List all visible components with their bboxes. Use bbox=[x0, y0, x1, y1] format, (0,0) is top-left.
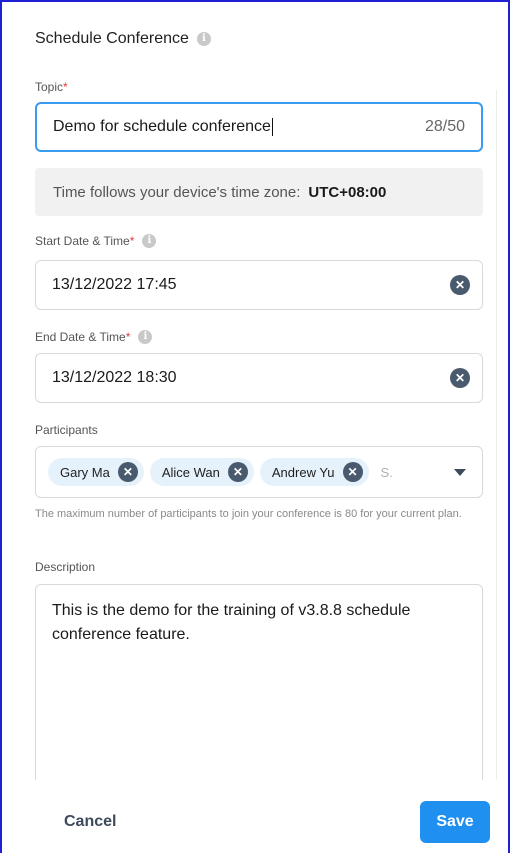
participant-name: Alice Wan bbox=[161, 464, 220, 480]
description-label: Description bbox=[35, 560, 95, 574]
start-label: Start Date & Time * i bbox=[35, 234, 157, 248]
remove-chip-icon[interactable]: ✕ bbox=[227, 462, 248, 482]
chevron-down-icon[interactable] bbox=[454, 468, 466, 476]
clear-icon[interactable]: ✕ bbox=[450, 275, 470, 295]
topic-input[interactable]: Demo for schedule conference 28/50 bbox=[35, 102, 483, 152]
end-label: End Date & Time * i bbox=[35, 330, 153, 344]
topic-char-counter: 28/50 bbox=[424, 118, 465, 135]
timezone-notice: Time follows your device's time zone: UT… bbox=[35, 168, 483, 216]
description-label-text: Description bbox=[35, 560, 96, 574]
participants-hint: The maximum number of participants to jo… bbox=[35, 508, 462, 520]
participant-name: Gary Ma bbox=[60, 464, 110, 480]
save-button[interactable]: Save bbox=[420, 801, 490, 843]
topic-value: Demo for schedule conference bbox=[53, 118, 271, 136]
info-icon[interactable]: i bbox=[196, 32, 211, 46]
end-label-text: End Date & Time bbox=[35, 330, 126, 344]
topic-label: Topic * bbox=[35, 80, 68, 94]
participants-label-text: Participants bbox=[35, 423, 98, 437]
end-datetime-value: 13/12/2022 18:30 bbox=[52, 369, 177, 386]
participant-chips: Gary Ma ✕ Alice Wan ✕ Andrew Yu ✕ S. bbox=[36, 458, 454, 486]
start-datetime-value: 13/12/2022 17:45 bbox=[52, 276, 177, 293]
participants-label: Participants bbox=[35, 423, 98, 437]
remove-chip-icon[interactable]: ✕ bbox=[342, 462, 363, 482]
participant-chip: Andrew Yu ✕ bbox=[259, 458, 369, 486]
cancel-button[interactable]: Cancel bbox=[64, 813, 116, 831]
description-textarea[interactable]: This is the demo for the training of v3.… bbox=[35, 584, 483, 784]
participants-select[interactable]: Gary Ma ✕ Alice Wan ✕ Andrew Yu ✕ S. bbox=[35, 446, 483, 498]
start-datetime-field[interactable]: 13/12/2022 17:45 ✕ bbox=[35, 260, 483, 310]
required-mark: * bbox=[125, 330, 131, 344]
dialog-title: Schedule Conference bbox=[35, 30, 189, 47]
required-mark: * bbox=[63, 80, 68, 94]
remove-chip-icon[interactable]: ✕ bbox=[117, 462, 138, 482]
scrollbar[interactable] bbox=[496, 90, 503, 780]
participant-chip: Gary Ma ✕ bbox=[48, 458, 144, 486]
text-caret bbox=[271, 117, 273, 136]
clear-icon[interactable]: ✕ bbox=[450, 368, 470, 388]
start-label-text: Start Date & Time bbox=[35, 234, 130, 248]
info-icon[interactable]: i bbox=[138, 330, 153, 344]
timezone-text: Time follows your device's time zone: bbox=[53, 183, 301, 201]
description-value: This is the demo for the training of v3.… bbox=[52, 602, 411, 643]
required-mark: * bbox=[129, 234, 135, 248]
participant-name: Andrew Yu bbox=[271, 464, 335, 480]
topic-label-text: Topic bbox=[35, 80, 64, 94]
participant-search-input[interactable]: S. bbox=[381, 465, 393, 480]
timezone-value: UTC+08:00 bbox=[308, 183, 387, 201]
end-datetime-field[interactable]: 13/12/2022 18:30 ✕ bbox=[35, 353, 483, 403]
dialog-header: Schedule Conference i bbox=[35, 30, 211, 48]
info-icon[interactable]: i bbox=[142, 234, 157, 248]
participant-chip: Alice Wan ✕ bbox=[149, 458, 254, 486]
